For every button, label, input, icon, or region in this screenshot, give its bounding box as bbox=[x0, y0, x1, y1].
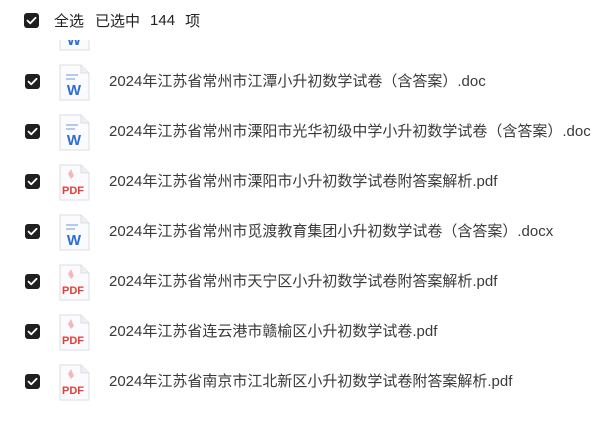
file-row[interactable]: PDF 2024年江苏省连云港市赣榆区小升初数学试卷.pdf bbox=[0, 307, 600, 357]
file-name[interactable]: 2024年江苏省常州市江潭小升初数学试卷（含答案）.doc bbox=[109, 57, 600, 107]
file-row[interactable]: PDF 2024年江苏省常州市溧阳市小升初数学试卷附答案解析.pdf bbox=[0, 157, 600, 207]
file-name[interactable]: 2024年江苏省南京市江北新区小升初数学试卷附答案解析.pdf bbox=[109, 357, 600, 407]
file-checkbox[interactable] bbox=[25, 174, 40, 189]
checkmark-icon bbox=[27, 227, 38, 236]
file-name[interactable]: 2024年江苏省常州市觅渡教育集团小升初数学试卷（含答案）.docx bbox=[109, 207, 600, 257]
file-name[interactable]: 2024年江苏省常州市溧阳市光华初级中学小升初数学试卷（含答案）.doc bbox=[109, 107, 600, 157]
file-row[interactable]: W 2024年江苏省常州市江潭小升初数学试卷（含答案）.doc bbox=[0, 57, 600, 107]
svg-text:W: W bbox=[67, 82, 82, 99]
file-name[interactable]: 2024年江苏省常州市溧阳市小升初数学试卷附答案解析.pdf bbox=[109, 157, 600, 207]
selection-header: 全选 已选中 144 项 bbox=[0, 0, 600, 40]
checkmark-icon bbox=[26, 16, 37, 24]
file-row[interactable]: W 2024年江苏省常州市觅渡教育集团小升初数学试卷（含答案）.docx bbox=[0, 207, 600, 257]
pdf-doc-icon: PDF bbox=[59, 164, 90, 201]
checkmark-icon bbox=[27, 277, 38, 286]
file-checkbox[interactable] bbox=[25, 74, 40, 89]
select-all-checkbox[interactable] bbox=[24, 12, 39, 28]
svg-text:W: W bbox=[67, 132, 82, 149]
svg-text:PDF: PDF bbox=[62, 185, 84, 197]
file-name[interactable]: 2024年江苏省常州市天宁区小升初数学试卷附答案解析.pdf bbox=[109, 257, 600, 307]
word-doc-icon: W bbox=[59, 64, 90, 101]
checkmark-icon bbox=[27, 327, 38, 336]
selected-prefix: 已选中 bbox=[95, 12, 141, 30]
file-list: WW2023年江苏省扬州市高邮市菱塘回族乡中心小学小升初数学试卷（内含答案W20… bbox=[0, 0, 600, 445]
checkmark-icon bbox=[27, 177, 38, 186]
selected-count: 144 bbox=[150, 11, 176, 29]
file-checkbox[interactable] bbox=[25, 374, 40, 389]
svg-text:PDF: PDF bbox=[62, 335, 84, 347]
pdf-doc-icon: PDF bbox=[59, 314, 90, 351]
checkmark-icon bbox=[27, 127, 38, 136]
file-checkbox[interactable] bbox=[25, 274, 40, 289]
word-doc-icon: W bbox=[59, 214, 90, 251]
file-checkbox[interactable] bbox=[25, 124, 40, 139]
file-checkbox[interactable] bbox=[25, 224, 40, 239]
pdf-doc-icon: PDF bbox=[59, 364, 90, 401]
file-row[interactable]: PDF 2024年江苏省常州市天宁区小升初数学试卷附答案解析.pdf bbox=[0, 257, 600, 307]
file-row[interactable]: W 2024年江苏省常州市溧阳市光华初级中学小升初数学试卷（含答案）.doc bbox=[0, 107, 600, 157]
pdf-doc-icon: PDF bbox=[59, 264, 90, 301]
svg-text:PDF: PDF bbox=[62, 285, 84, 297]
checkmark-icon bbox=[27, 377, 38, 386]
svg-text:PDF: PDF bbox=[62, 385, 84, 397]
word-doc-icon: W bbox=[59, 114, 90, 151]
file-name[interactable]: 2024年江苏省连云港市赣榆区小升初数学试卷.pdf bbox=[109, 307, 600, 357]
checkmark-icon bbox=[27, 77, 38, 86]
selected-suffix: 项 bbox=[185, 12, 201, 30]
file-row[interactable]: PDF 2024年江苏省南京市江北新区小升初数学试卷附答案解析.pdf bbox=[0, 357, 600, 407]
file-checkbox[interactable] bbox=[25, 324, 40, 339]
select-all-label[interactable]: 全选 bbox=[54, 10, 84, 31]
svg-text:W: W bbox=[67, 232, 82, 249]
